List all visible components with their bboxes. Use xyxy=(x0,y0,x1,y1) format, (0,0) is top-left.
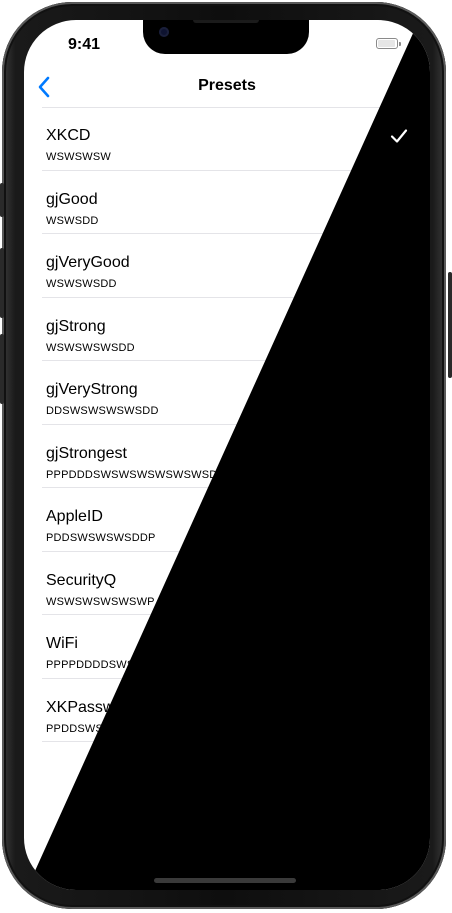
preset-name: XKCD xyxy=(46,127,91,144)
preset-name: gjStrongest xyxy=(46,444,127,462)
preset-list: XKCD WSWSWSW gjGood WSWSDD gjVeryGood WSWSWSD… xyxy=(24,107,430,742)
preset-pattern: WSWSWSWSDD xyxy=(46,341,135,354)
navigation-bar: Presets xyxy=(24,68,430,106)
preset-row[interactable]: WiFi PPPPDDDDSWSWSWSWSWSWSDDDDPPPP xyxy=(24,615,430,679)
preset-row[interactable]: gjVeryGood WSWSWSDD xyxy=(24,234,430,298)
preset-name: gjGood xyxy=(46,190,98,208)
preset-name: gjVeryGood xyxy=(46,254,130,271)
screen: 9:41 Presets XKCD WSWSWSW gjGood WSWSDD gjVe… xyxy=(24,20,430,890)
preset-pattern: WSWSWSW xyxy=(46,151,111,163)
page-title: Presets xyxy=(198,77,256,94)
preset-name: gjVeryStrong xyxy=(46,381,138,398)
camera-icon xyxy=(159,27,169,37)
preset-pattern: PDDSWSWSWSDDP xyxy=(46,532,156,544)
mute-switch xyxy=(0,183,4,217)
wifi-icon xyxy=(354,39,370,51)
preset-row[interactable]: SecurityQ WSWSWSWSWSWP xyxy=(24,552,430,615)
preset-name: XKPasswd xyxy=(46,698,124,716)
preset-pattern: PPPDDDSWSWSWSWSWSWSDDDPPP xyxy=(46,468,257,481)
notch xyxy=(143,20,309,54)
preset-row[interactable]: gjVeryStrong DDSWSWSWSWSDD xyxy=(24,361,430,425)
volume-down-button xyxy=(0,334,4,404)
side-button xyxy=(448,272,452,378)
checkmark-icon xyxy=(390,129,408,143)
preset-name: gjStrong xyxy=(46,317,106,335)
preset-row[interactable]: gjStrongest PPPDDDSWSWSWSWSWSWSDDDPPP xyxy=(24,425,430,488)
divider xyxy=(42,741,428,742)
preset-row[interactable]: XKCD WSWSWSW xyxy=(24,107,430,171)
preset-pattern: PPPPDDDDSWSWSWSWSWSWSDDDDPPPP xyxy=(46,659,288,671)
preset-row[interactable]: gjGood WSWSDD xyxy=(24,171,430,234)
preset-name: WiFi xyxy=(46,635,78,652)
status-time: 9:41 xyxy=(68,36,101,53)
preset-pattern: DDSWSWSWSWSDD xyxy=(46,405,159,417)
preset-row[interactable]: XKPasswd PPDDSWSWSWSDDPP xyxy=(24,679,430,742)
preset-pattern: PPDDSWSWSWSDDPP xyxy=(46,722,171,735)
preset-row[interactable]: gjStrong WSWSWSWSDD xyxy=(24,298,430,361)
volume-up-button xyxy=(0,248,4,318)
preset-pattern: WSWSDD xyxy=(46,214,99,227)
preset-pattern: WSWSWSDD xyxy=(46,278,117,290)
preset-pattern: WSWSWSWSWSWP xyxy=(46,595,155,608)
speaker xyxy=(193,20,259,23)
preset-row[interactable]: AppleID PDDSWSWSWSDDP xyxy=(24,488,430,552)
preset-name: SecurityQ xyxy=(46,571,117,589)
home-indicator xyxy=(154,878,296,883)
battery-icon xyxy=(376,38,401,49)
preset-name: AppleID xyxy=(46,508,103,525)
